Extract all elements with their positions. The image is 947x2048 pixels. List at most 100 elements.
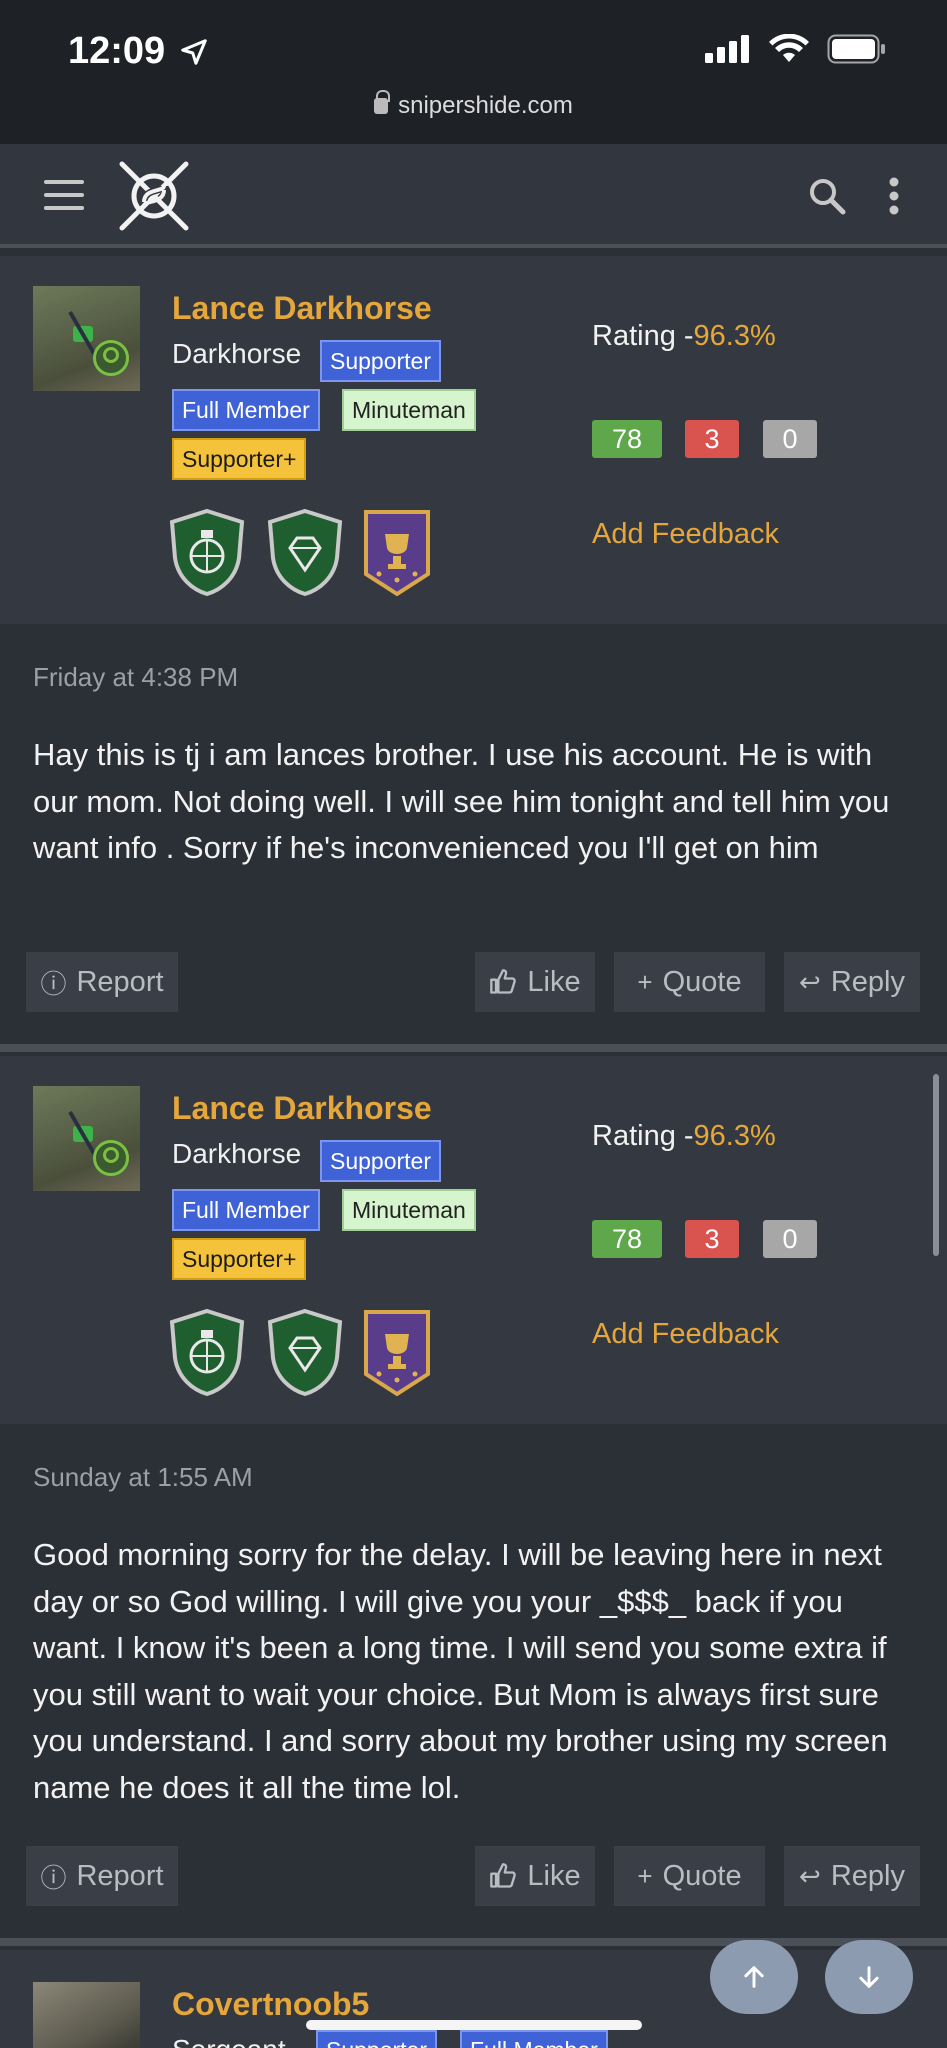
feedback-negative[interactable]: 3 — [685, 1220, 739, 1258]
post-body: Hay this is tj i am lances brother. I us… — [33, 737, 890, 865]
badge-supporter-plus: Supporter+ — [172, 438, 307, 480]
author-name[interactable]: Lance Darkhorse — [172, 290, 432, 327]
badge-full-member: Full Member — [172, 1189, 320, 1231]
post-divider — [0, 1044, 947, 1052]
reply-button[interactable]: ↩ Reply — [784, 952, 920, 1012]
post-body: Good morning sorry for the delay. I will… — [33, 1537, 888, 1805]
rating-label: Rating - — [592, 1120, 694, 1152]
post-author-panel: Lance Darkhorse Darkhorse Supporter Full… — [0, 1056, 947, 1424]
scroll-top-button[interactable] — [710, 1940, 798, 2014]
like-button[interactable]: Like — [475, 1846, 595, 1906]
post-actions: ⓘ Report Like + Quote ↩ Reply — [0, 952, 947, 1012]
post: Covertnoob5 Sergeant Supporter Full Memb… — [0, 1950, 947, 2048]
address-text: snipershide.com — [398, 92, 573, 119]
post-date[interactable]: Friday at 4:38 PM — [33, 662, 238, 693]
badge-supporter: Supporter — [316, 2030, 438, 2048]
rating: Rating -96.3% — [592, 1120, 776, 1153]
post-divider — [0, 1938, 947, 1946]
plus-icon: + — [637, 1860, 653, 1891]
arrow-down-icon — [859, 1966, 879, 1988]
feedback-positive[interactable]: 78 — [592, 1220, 662, 1258]
trophy-grenade-icon[interactable] — [166, 508, 248, 596]
add-feedback-link[interactable]: Add Feedback — [592, 518, 779, 551]
avatar[interactable] — [33, 286, 140, 391]
address-bar[interactable]: snipershide.com — [0, 90, 947, 120]
trophy-cup-icon[interactable] — [362, 1308, 432, 1396]
clock-time: 12:09 — [68, 30, 166, 72]
add-feedback-link[interactable]: Add Feedback — [592, 1318, 779, 1351]
badge-minuteman: Minuteman — [342, 1189, 476, 1231]
online-status-icon — [93, 340, 129, 376]
quote-label: Quote — [662, 1859, 742, 1892]
author-name[interactable]: Covertnoob5 — [172, 1986, 369, 2023]
report-button[interactable]: ⓘ Report — [26, 952, 178, 1012]
author-title: Darkhorse — [172, 338, 302, 369]
cellular-signal-icon — [705, 35, 749, 63]
thumbs-up-icon — [490, 969, 517, 994]
plus-icon: + — [637, 966, 653, 997]
avatar[interactable] — [33, 1982, 140, 2048]
reply-label: Reply — [830, 1859, 905, 1892]
badge-minuteman: Minuteman — [342, 389, 476, 431]
quote-button[interactable]: + Quote — [614, 1846, 765, 1906]
quote-label: Quote — [662, 965, 742, 998]
trophy-grenade-icon[interactable] — [166, 1308, 248, 1396]
reply-button[interactable]: ↩ Reply — [784, 1846, 920, 1906]
trophy-diamond-icon[interactable] — [264, 508, 346, 596]
like-button[interactable]: Like — [475, 952, 595, 1012]
report-icon: ⓘ — [40, 1862, 67, 1893]
online-status-icon — [93, 1140, 129, 1176]
feedback-positive[interactable]: 78 — [592, 420, 662, 458]
reply-arrow-icon: ↩ — [799, 966, 821, 997]
rating: Rating -96.3% — [592, 320, 776, 353]
scroll-bottom-button[interactable] — [825, 1940, 913, 2014]
feedback-negative[interactable]: 3 — [685, 420, 739, 458]
post-actions: ⓘ Report Like + Quote ↩ Reply — [0, 1846, 947, 1906]
reply-arrow-icon: ↩ — [799, 1860, 821, 1891]
post-author-panel: Lance Darkhorse Darkhorse Supporter Full… — [0, 256, 947, 624]
location-arrow-icon — [181, 38, 207, 65]
feedback-neutral[interactable]: 0 — [763, 420, 817, 458]
post-date[interactable]: Sunday at 1:55 AM — [33, 1462, 253, 1493]
battery-icon — [827, 34, 885, 64]
author-title: Sergeant — [172, 2034, 286, 2048]
status-bar: 12:09 snipershide.com — [0, 0, 947, 144]
badge-supporter-plus: Supporter+ — [172, 1238, 307, 1280]
badge-full-member: Full Member — [172, 389, 320, 431]
report-icon: ⓘ — [40, 968, 67, 999]
reply-label: Reply — [830, 965, 905, 998]
arrow-up-icon — [744, 1966, 764, 1988]
like-label: Like — [527, 1859, 581, 1892]
hamburger-menu-icon[interactable] — [44, 180, 84, 212]
quote-button[interactable]: + Quote — [614, 952, 765, 1012]
post: Lance Darkhorse Darkhorse Supporter Full… — [0, 256, 947, 1044]
post: Lance Darkhorse Darkhorse Supporter Full… — [0, 1056, 947, 1938]
badge-full-member: Full Member — [460, 2030, 608, 2048]
rating-value: 96.3% — [693, 320, 776, 352]
like-label: Like — [527, 965, 581, 998]
search-icon[interactable] — [807, 176, 847, 216]
site-header — [0, 144, 947, 248]
avatar[interactable] — [33, 1086, 140, 1191]
site-logo-icon[interactable] — [116, 158, 192, 234]
scrollbar[interactable] — [933, 1074, 939, 1256]
clock: 12:09 — [68, 30, 209, 73]
status-icons — [705, 34, 887, 64]
trophy-cup-icon[interactable] — [362, 508, 432, 596]
thumbs-up-icon — [490, 1863, 517, 1888]
badge-supporter: Supporter — [320, 340, 442, 382]
report-label: Report — [76, 1859, 164, 1892]
report-button[interactable]: ⓘ Report — [26, 1846, 178, 1906]
wifi-icon — [769, 34, 809, 62]
badge-supporter: Supporter — [320, 1140, 442, 1182]
trophy-diamond-icon[interactable] — [264, 1308, 346, 1396]
feedback-neutral[interactable]: 0 — [763, 1220, 817, 1258]
author-title: Darkhorse — [172, 1138, 302, 1169]
rating-value: 96.3% — [693, 1120, 776, 1152]
home-indicator[interactable] — [306, 2020, 642, 2030]
rating-label: Rating - — [592, 320, 694, 352]
more-options-icon[interactable] — [887, 176, 901, 216]
lock-icon — [374, 90, 391, 114]
author-name[interactable]: Lance Darkhorse — [172, 1090, 432, 1127]
report-label: Report — [76, 965, 164, 998]
